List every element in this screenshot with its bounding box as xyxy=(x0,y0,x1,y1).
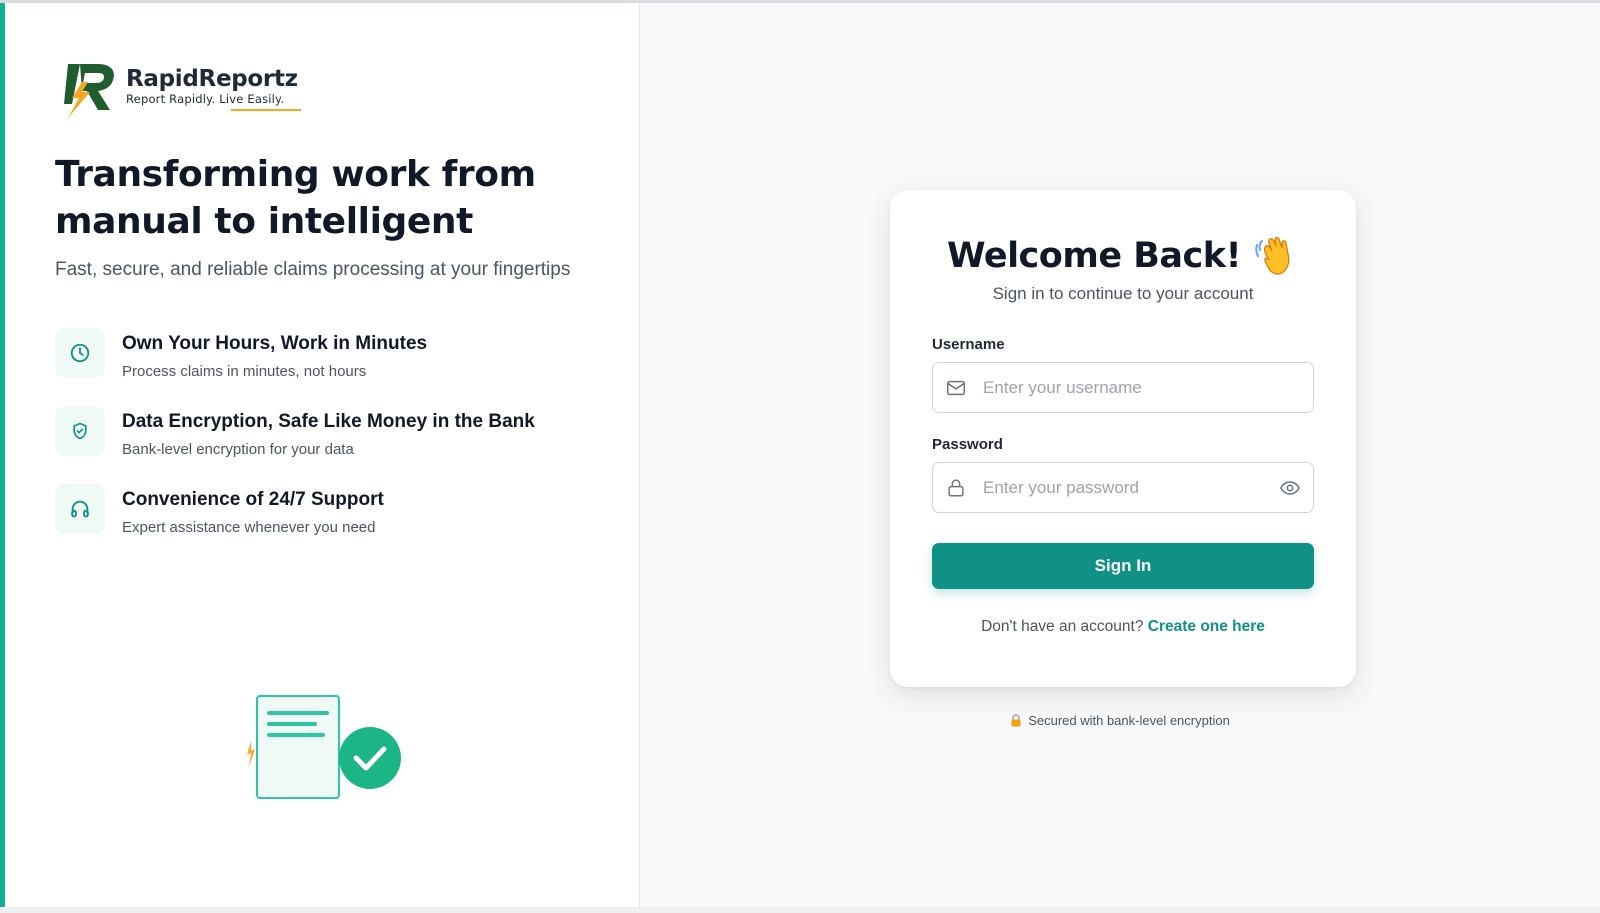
logo-mark-icon xyxy=(64,64,114,118)
signup-prompt-text: Don't have an account? xyxy=(981,618,1144,635)
hero-subtitle: Fast, secure, and reliable claims proces… xyxy=(55,259,571,280)
mail-icon xyxy=(947,380,965,395)
feature-description: Expert assistance whenever you need xyxy=(122,519,376,536)
headphones-icon xyxy=(55,484,105,534)
waving-hand-icon xyxy=(1255,237,1290,275)
signup-prompt: Don't have an account? Create one here xyxy=(890,618,1356,636)
feature-description: Bank-level encryption for your data xyxy=(122,441,354,458)
feature-title: Data Encryption, Safe Like Money in the … xyxy=(122,411,535,432)
sign-in-button[interactable]: Sign In xyxy=(932,543,1314,589)
eye-icon[interactable] xyxy=(1279,477,1301,499)
feature-title: Own Your Hours, Work in Minutes xyxy=(122,333,428,354)
security-note: Secured with bank-level encryption xyxy=(640,713,1600,728)
create-account-link[interactable]: Create one here xyxy=(1148,618,1265,635)
feature-description: Process claims in minutes, not hours xyxy=(122,363,367,380)
password-input[interactable] xyxy=(983,477,1253,498)
feature-title: Convenience of 24/7 Support xyxy=(122,489,384,510)
feature-item: Own Your Hours, Work in Minutes Process … xyxy=(55,328,427,382)
lock-icon xyxy=(948,478,964,497)
document-check-illustration xyxy=(247,695,401,799)
login-card: Welcome Back! Sign in to continue to you… xyxy=(890,190,1356,687)
brand-name: RapidReportz xyxy=(126,66,298,92)
security-note-text: Secured with bank-level encryption xyxy=(1028,713,1230,728)
brand-tagline: Report Rapidly. Live Easily. xyxy=(126,92,285,106)
marketing-panel: RapidReportz Report Rapidly. Live Easily… xyxy=(0,3,640,907)
hero-title: Transforming work from manual to intelli… xyxy=(55,154,536,242)
shield-check-icon xyxy=(55,406,105,456)
feature-item: Data Encryption, Safe Like Money in the … xyxy=(55,406,535,460)
username-field[interactable] xyxy=(932,362,1314,413)
tagline-underline xyxy=(231,109,301,111)
bottom-border xyxy=(0,907,1600,913)
lock-emoji-icon xyxy=(1011,714,1021,727)
clock-icon xyxy=(55,328,105,378)
brand-logo[interactable]: RapidReportz Report Rapidly. Live Easily… xyxy=(60,60,298,120)
login-title: Welcome Back! xyxy=(946,236,1242,276)
feature-item: Convenience of 24/7 Support Expert assis… xyxy=(55,484,384,538)
login-subtitle: Sign in to continue to your account xyxy=(992,284,1254,303)
password-label: Password xyxy=(932,436,1003,453)
password-field[interactable] xyxy=(932,462,1314,513)
username-label: Username xyxy=(932,336,1005,353)
username-input[interactable] xyxy=(983,377,1253,398)
